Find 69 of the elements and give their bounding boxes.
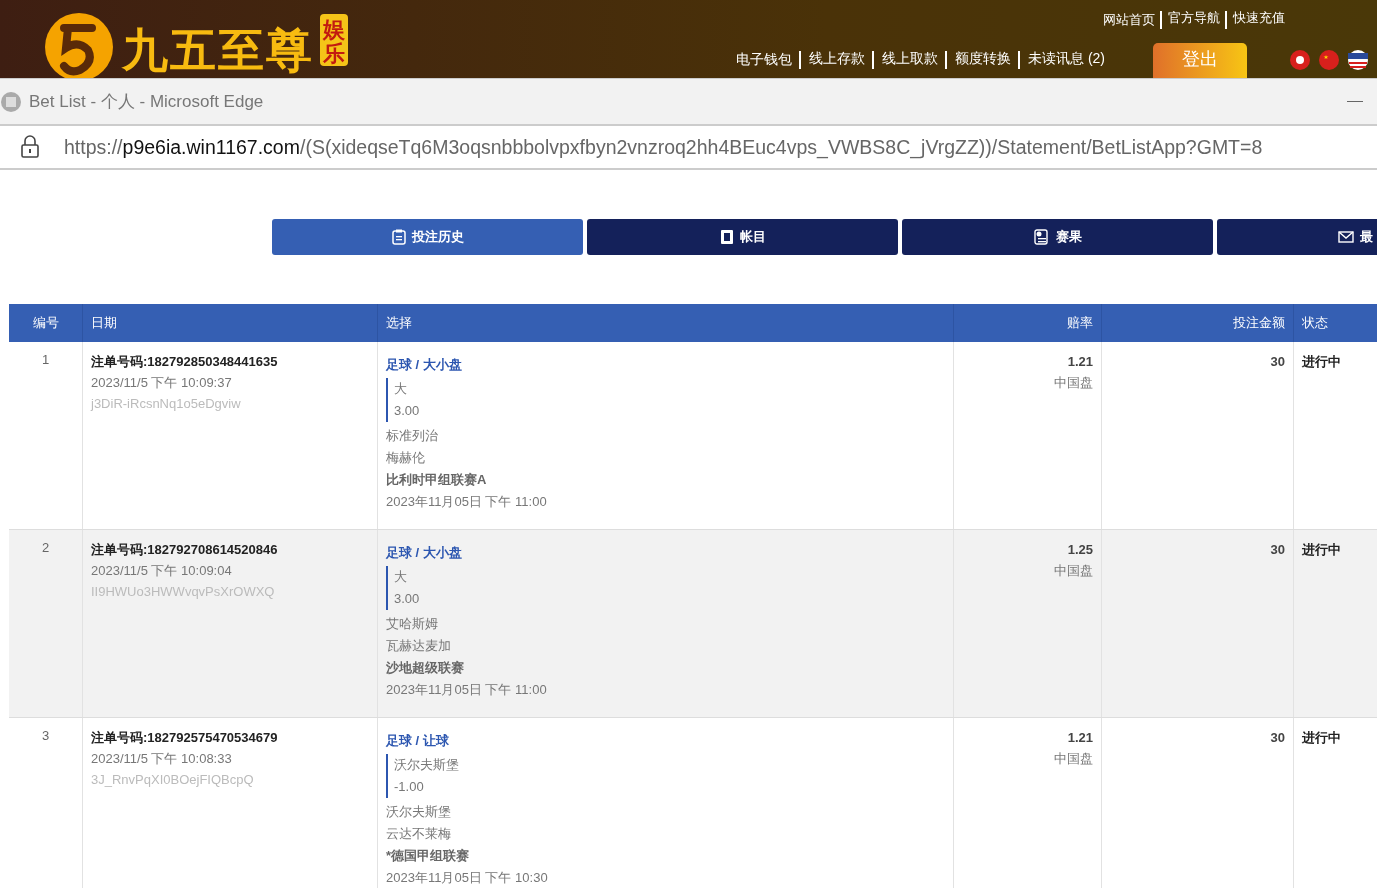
home-team: 标准列治 xyxy=(386,427,438,445)
logo-icon xyxy=(42,10,116,78)
line-value: 3.00 xyxy=(394,590,420,608)
league-name: *德国甲组联赛 xyxy=(386,847,470,865)
ledger-icon xyxy=(719,229,734,245)
home-team: 艾哈斯姆 xyxy=(386,615,438,633)
market-link[interactable]: 足球 / 让球 xyxy=(386,731,449,751)
market-link[interactable]: 足球 / 大小盘 xyxy=(386,543,462,563)
bet-status: 进行中 xyxy=(1302,353,1341,371)
odds-type: 中国盘 xyxy=(1054,374,1093,392)
pick-text: 大 xyxy=(394,568,407,586)
tab[interactable]: 最 xyxy=(1217,219,1377,255)
pick-text: 沃尔夫斯堡 xyxy=(394,756,459,774)
flag-icon[interactable] xyxy=(1289,49,1311,71)
home-team: 沃尔夫斯堡 xyxy=(386,803,451,821)
row-number: 3 xyxy=(41,728,50,743)
odds-type: 中国盘 xyxy=(1054,562,1093,580)
bet-id: 注单号码:182792708614520846 xyxy=(91,541,278,559)
nav-link[interactable]: 电子钱包 xyxy=(736,51,792,69)
bet-id: 注单号码:182792850348441635 xyxy=(91,353,278,371)
tab[interactable]: 赛果 xyxy=(902,219,1213,255)
app-icon xyxy=(0,90,22,113)
match-time: 2023年11月05日 下午 10:30 xyxy=(386,869,548,887)
match-time: 2023年11月05日 下午 11:00 xyxy=(386,681,547,699)
bet-time: 2023/11/5 下午 10:09:37 xyxy=(91,374,232,392)
odds-value: 1.21 xyxy=(1067,729,1093,747)
nav-link[interactable]: 线上取款 xyxy=(872,51,938,69)
nav-link[interactable]: 线上存款 xyxy=(799,51,865,69)
bet-time: 2023/11/5 下午 10:09:04 xyxy=(91,562,232,580)
url-text[interactable]: https://p9e6ia.win1167.com/(S(xideqseTq6M3oqsnbbbolvpxfbyn2vnzroq2hh4BEuc4vps_VWBS8C_jVrgZZ))/Statement/BetListApp?GMT=8 xyxy=(64,135,1263,159)
tab[interactable]: 投注历史 xyxy=(272,219,583,255)
pick-text: 大 xyxy=(394,380,407,398)
league-name: 比利时甲组联赛A xyxy=(386,471,487,489)
header-link[interactable]: 网站首页 xyxy=(1103,11,1155,29)
league-name: 沙地超级联赛 xyxy=(386,659,464,677)
away-team: 云达不莱梅 xyxy=(386,825,451,843)
row-number: 2 xyxy=(41,540,50,555)
header-link[interactable]: 快速充值 xyxy=(1225,11,1285,29)
window-title: Bet List - 个人 - Microsoft Edge xyxy=(29,91,265,113)
row-number: 1 xyxy=(41,352,50,367)
mail-icon xyxy=(1337,231,1354,243)
away-team: 梅赫伦 xyxy=(386,449,425,467)
logo-text: 九五至尊 xyxy=(122,22,314,78)
reference-code: 3J_RnvPqXI0BOejFIQBcpQ xyxy=(91,771,254,789)
nav-link[interactable]: 未读讯息 (2) xyxy=(1018,51,1105,69)
stake-amount: 30 xyxy=(1270,729,1285,747)
logo-badge: 娱乐 xyxy=(320,14,348,67)
bet-id: 注单号码:182792575470534679 xyxy=(91,729,278,747)
bet-status: 进行中 xyxy=(1302,541,1341,559)
lock-icon xyxy=(20,135,40,159)
bet-status: 进行中 xyxy=(1302,729,1341,747)
market-link[interactable]: 足球 / 大小盘 xyxy=(386,355,462,375)
tab[interactable]: 帐目 xyxy=(587,219,898,255)
clipboard-icon xyxy=(391,229,406,245)
header-link[interactable]: 官方导航 xyxy=(1160,11,1220,29)
odds-type: 中国盘 xyxy=(1054,750,1093,768)
stake-amount: 30 xyxy=(1270,353,1285,371)
match-time: 2023年11月05日 下午 11:00 xyxy=(386,493,547,511)
away-team: 瓦赫达麦加 xyxy=(386,637,451,655)
document-icon xyxy=(1033,229,1050,245)
reference-code: j3DiR-iRcsnNq1o5eDgviw xyxy=(91,395,241,413)
stake-amount: 30 xyxy=(1270,541,1285,559)
odds-value: 1.25 xyxy=(1067,541,1093,559)
nav-link[interactable]: 额度转换 xyxy=(945,51,1011,69)
line-value: -1.00 xyxy=(394,778,424,796)
line-value: 3.00 xyxy=(394,402,420,420)
flag-icon[interactable] xyxy=(1347,49,1369,71)
odds-value: 1.21 xyxy=(1067,353,1093,371)
bet-time: 2023/11/5 下午 10:08:33 xyxy=(91,750,232,768)
